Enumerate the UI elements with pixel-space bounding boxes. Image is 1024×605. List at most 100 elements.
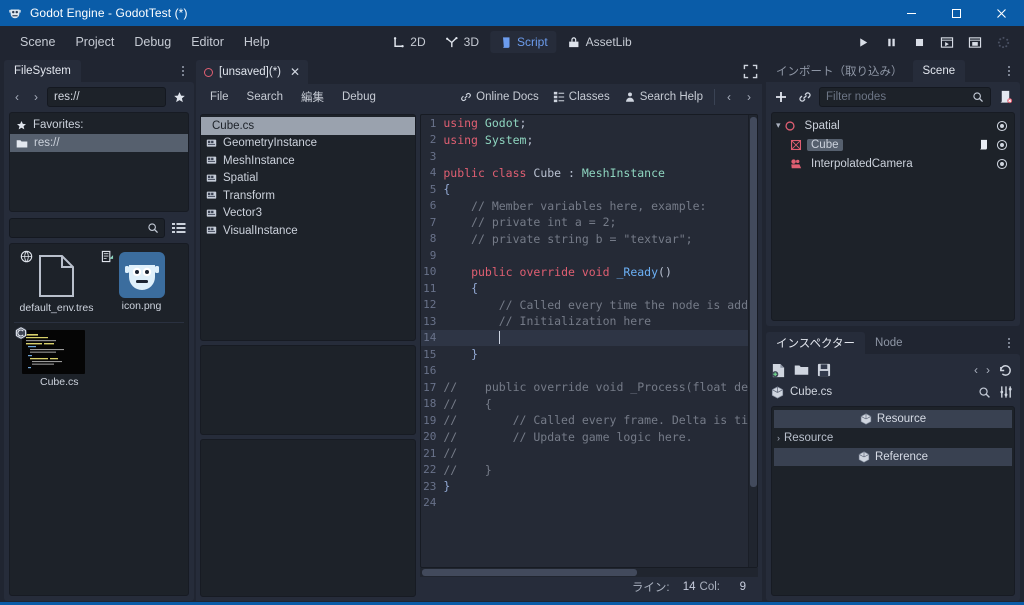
chevron-down-icon[interactable]: ▾ [776, 120, 781, 131]
code-line[interactable]: 15 } [421, 346, 748, 363]
search-icon[interactable] [978, 386, 991, 399]
open-folder-icon[interactable] [794, 363, 809, 377]
inspector-prev-button[interactable]: ‹ [974, 363, 978, 377]
code-horizontal-scrollbar[interactable] [420, 568, 758, 577]
code-line[interactable]: 3 [421, 148, 748, 165]
link-chain-icon[interactable] [795, 87, 815, 107]
code-horizontal-scroll-thumb[interactable] [422, 569, 638, 576]
tab-assetlib[interactable]: AssetLib [559, 31, 641, 53]
code-line[interactable]: 12 // Called every time the node is add [421, 297, 748, 314]
code-line[interactable]: 22 // } [421, 462, 748, 479]
tab-import[interactable]: インポート（取り込み） [766, 60, 913, 82]
code-line[interactable]: 17 // public override void _Process(float… [421, 379, 748, 396]
menu-editor[interactable]: Editor [181, 31, 234, 53]
tab-scene[interactable]: Scene [912, 60, 966, 82]
object-tools-icon[interactable] [999, 385, 1013, 399]
close-icon[interactable]: ✕ [290, 65, 300, 79]
code-line[interactable]: 20 // // Update game logic here. [421, 429, 748, 446]
code-line[interactable]: 6 // Member variables here, example: [421, 198, 748, 215]
script-menu-debug[interactable]: Debug [334, 88, 384, 106]
stop-button[interactable] [906, 30, 932, 54]
attach-script-icon[interactable] [995, 87, 1015, 107]
code-vertical-scrollbar[interactable] [748, 115, 757, 567]
pause-button[interactable] [878, 30, 904, 54]
play-button[interactable] [850, 30, 876, 54]
tab-script[interactable]: Script [489, 31, 557, 53]
online-docs-button[interactable]: Online Docs [454, 88, 545, 106]
tree-row[interactable]: Favorites: [10, 116, 188, 134]
script-menu-edit[interactable]: 編集 [293, 86, 332, 108]
inspector-category-header[interactable]: Reference [774, 448, 1012, 466]
menu-project[interactable]: Project [65, 31, 124, 53]
eye-icon[interactable] [996, 120, 1008, 132]
inspector-next-button[interactable]: › [986, 363, 990, 377]
eye-icon[interactable] [996, 158, 1008, 170]
fs-forward-button[interactable]: › [28, 88, 44, 106]
classes-button[interactable]: Classes [547, 88, 616, 106]
fs-path-field[interactable]: res:// [47, 87, 166, 107]
tree-row[interactable]: res:// [10, 134, 188, 152]
list-item[interactable]: Transform [201, 187, 415, 205]
code-line[interactable]: 7 // private int a = 2; [421, 214, 748, 231]
scene-tree-node[interactable]: ▾ Spatial [772, 116, 1014, 135]
code-line[interactable]: 9 [421, 247, 748, 264]
code-line[interactable]: 10 public override void _Ready() [421, 264, 748, 281]
search-help-button[interactable]: Search Help [618, 88, 709, 106]
close-button[interactable] [979, 0, 1024, 26]
filter-nodes-input[interactable]: Filter nodes [819, 87, 991, 107]
expand-arrow-icon[interactable]: › [777, 433, 780, 443]
list-item[interactable]: Cube.cs [201, 117, 416, 135]
tab-inspector[interactable]: インスペクター [766, 332, 866, 354]
favorite-star-icon[interactable] [169, 87, 189, 107]
history-icon[interactable] [998, 363, 1013, 378]
plus-icon[interactable] [771, 87, 791, 107]
code-line[interactable]: 19 // // Called every frame. Delta is ti [421, 412, 748, 429]
menu-help[interactable]: Help [234, 31, 280, 53]
eye-icon[interactable] [996, 139, 1008, 151]
code-line[interactable]: 2 using System; [421, 132, 748, 149]
menu-debug[interactable]: Debug [124, 31, 181, 53]
new-resource-icon[interactable] [771, 363, 786, 378]
code-line[interactable]: 23} [421, 478, 748, 495]
code-line[interactable]: 18 // { [421, 396, 748, 413]
code-line[interactable]: 1 using Godot; [421, 115, 748, 132]
script-history-next-button[interactable]: › [740, 87, 758, 107]
script-tab-unsaved[interactable]: [unsaved](*) ✕ [196, 60, 309, 84]
tab-node[interactable]: Node [865, 332, 913, 354]
code-line[interactable]: 24 [421, 495, 748, 512]
inspector-dock-menu-icon[interactable] [1002, 335, 1016, 351]
maximize-button[interactable] [934, 0, 979, 26]
code-line[interactable]: 16 [421, 363, 748, 380]
filesystem-dock-menu-icon[interactable] [176, 63, 190, 79]
minimize-button[interactable] [889, 0, 934, 26]
code-line[interactable]: 11 { [421, 280, 748, 297]
menu-scene[interactable]: Scene [10, 31, 65, 53]
code-line[interactable]: 8 // private string b = "textvar"; [421, 231, 748, 248]
list-item[interactable]: VisualInstance [201, 222, 415, 240]
file-item-cube-cs[interactable]: Cube.cs [14, 327, 116, 392]
code-line[interactable]: 21 // [421, 445, 748, 462]
save-icon[interactable] [817, 363, 831, 377]
script-history-prev-button[interactable]: ‹ [720, 87, 738, 107]
play-scene-button[interactable] [934, 30, 960, 54]
code-line[interactable]: 14 [421, 329, 748, 346]
code-editor[interactable]: 1 using Godot; 2 using System; 3 4 public clas… [420, 114, 758, 568]
code-lines-container[interactable]: 1 using Godot; 2 using System; 3 4 public clas… [421, 115, 748, 567]
list-item[interactable]: MeshInstance [201, 152, 415, 170]
inspector-category-header[interactable]: Resource [774, 410, 1012, 428]
tab-3d[interactable]: 3D [437, 31, 488, 53]
script-menu-search[interactable]: Search [239, 88, 291, 106]
tab-filesystem[interactable]: FileSystem [4, 60, 81, 82]
list-item[interactable]: Spatial [201, 170, 415, 188]
scene-tree-node[interactable]: InterpolatedCamera [772, 154, 1014, 173]
file-item-default-env[interactable]: default_env.tres [14, 250, 99, 318]
fs-back-button[interactable]: ‹ [9, 88, 25, 106]
play-custom-scene-button[interactable] [962, 30, 988, 54]
scene-tree-node[interactable]: Cube [772, 135, 1014, 154]
code-line[interactable]: 13 // Initialization here [421, 313, 748, 330]
fs-search-input[interactable] [9, 218, 165, 238]
file-item-icon-png[interactable]: icon.png [99, 250, 184, 318]
code-vertical-scroll-thumb[interactable] [750, 117, 757, 487]
expand-icon[interactable] [743, 64, 758, 79]
list-item[interactable]: GeometryInstance [201, 135, 415, 153]
